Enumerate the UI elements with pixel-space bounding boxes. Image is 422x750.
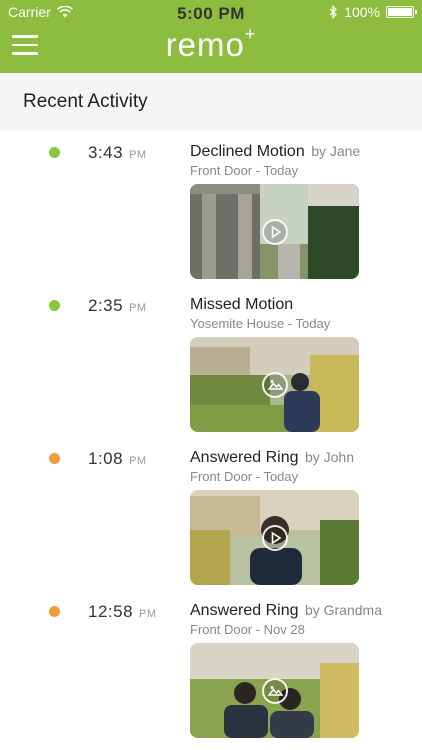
activity-item[interactable]: 1:08 PM Answered Ring by John Front Door … bbox=[0, 437, 422, 587]
status-right: 100% bbox=[329, 4, 417, 20]
activity-location: Front Door - Today bbox=[190, 469, 299, 484]
section-header: Recent Activity bbox=[0, 73, 422, 131]
section-title: Recent Activity bbox=[23, 91, 148, 112]
image-thumbnail[interactable] bbox=[190, 337, 359, 432]
brand-logo: remo+ bbox=[165, 24, 257, 63]
app-header: Carrier 5:00 PM 100% remo+ bbox=[0, 0, 422, 73]
activity-event: Missed Motion bbox=[190, 296, 294, 313]
play-icon bbox=[262, 219, 288, 245]
battery-icon bbox=[386, 6, 417, 18]
video-thumbnail[interactable] bbox=[190, 184, 359, 279]
activity-location: Yosemite House - Today bbox=[190, 316, 331, 331]
video-thumbnail[interactable] bbox=[190, 490, 359, 585]
status-dot bbox=[49, 300, 60, 311]
status-dot bbox=[49, 147, 60, 158]
status-bar: Carrier 5:00 PM 100% bbox=[0, 0, 422, 24]
activity-actor: by John bbox=[304, 449, 354, 465]
activity-actor: by Grandma bbox=[304, 602, 382, 618]
activity-actor: by Jane bbox=[311, 143, 361, 159]
activity-location: Front Door - Today bbox=[190, 163, 299, 178]
activity-item[interactable]: 2:35 PM Missed Motion Yosemite House - To… bbox=[0, 284, 422, 434]
activity-item[interactable]: 3:43 PM Declined Motion by Jane Front Doo… bbox=[0, 131, 422, 281]
activity-event: Answered Ring by John bbox=[190, 449, 354, 466]
activity-time: 2:35 PM bbox=[88, 296, 147, 315]
activity-event: Answered Ring by Grandma bbox=[190, 602, 382, 619]
activity-time: 3:43 PM bbox=[88, 143, 147, 162]
activity-time: 1:08 PM bbox=[88, 449, 147, 468]
battery-percent: 100% bbox=[344, 4, 380, 20]
status-dot bbox=[49, 453, 60, 464]
activity-event: Declined Motion by Jane bbox=[190, 143, 361, 160]
image-icon bbox=[262, 372, 288, 398]
bluetooth-icon bbox=[329, 5, 338, 19]
activity-item[interactable]: 12:58 PM Answered Ring by Grandma Front D… bbox=[0, 590, 422, 740]
image-thumbnail[interactable] bbox=[190, 643, 359, 738]
activity-location: Front Door - Nov 28 bbox=[190, 622, 305, 637]
activity-time: 12:58 PM bbox=[88, 602, 157, 621]
status-dot bbox=[49, 606, 60, 617]
image-icon bbox=[262, 678, 288, 704]
play-icon bbox=[262, 525, 288, 551]
